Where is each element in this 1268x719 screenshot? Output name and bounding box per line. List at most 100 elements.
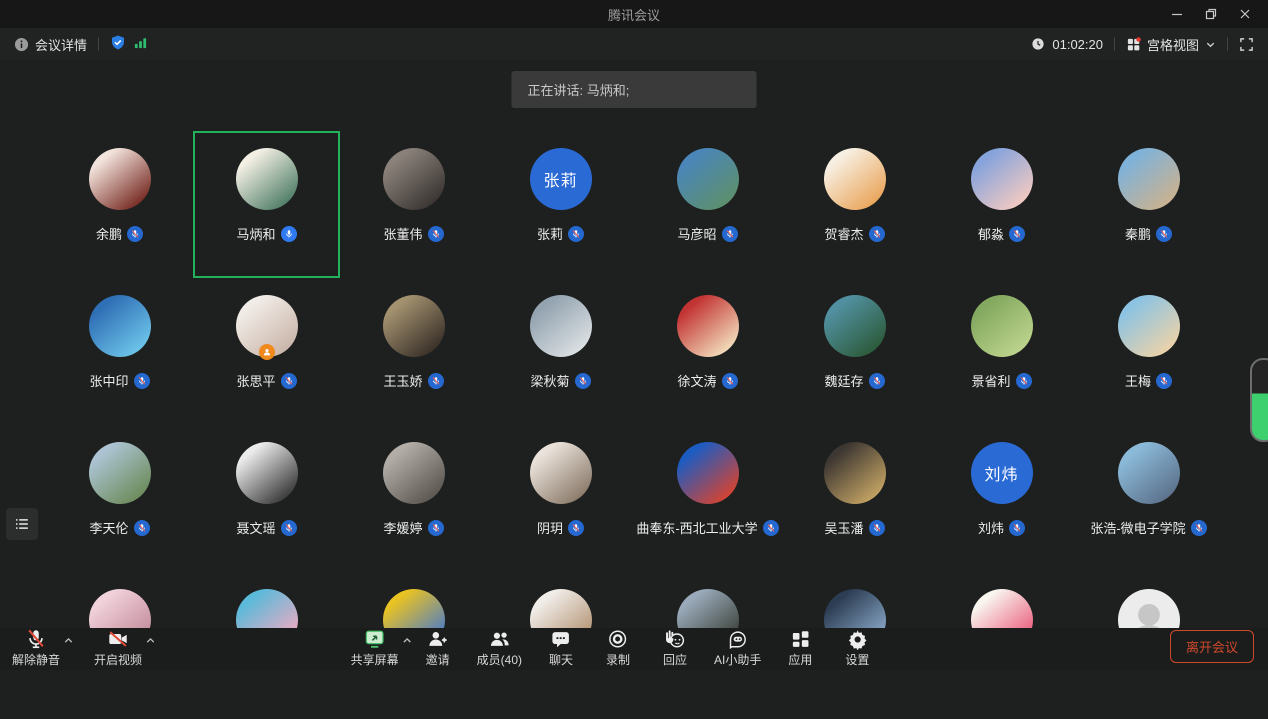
speaking-indicator-text: 正在讲话: 马炳和;: [528, 83, 630, 98]
mic-status-icon: [722, 226, 738, 242]
participant-tile[interactable]: 魏廷存: [781, 278, 928, 425]
toolbar-apps-button[interactable]: 应用: [782, 628, 818, 668]
avatar: [89, 442, 151, 504]
participant-name: 张莉: [537, 224, 563, 243]
network-signal-icon[interactable]: [133, 35, 148, 53]
restore-icon: [1205, 8, 1217, 20]
participant-name: 曲奉东-西北工业大学: [636, 518, 757, 537]
close-icon: [1239, 8, 1251, 20]
toolbar-members-button[interactable]: 成员(40): [477, 628, 522, 668]
divider: [98, 37, 99, 51]
participant-name: 王玉娇: [383, 371, 422, 390]
mic-status-icon: [1191, 520, 1207, 536]
participant-name-row: 魏廷存: [824, 372, 884, 389]
participant-name-row: 聂文瑶: [236, 519, 296, 536]
camera-off-icon: [107, 628, 129, 650]
participant-tile[interactable]: 徐文涛: [634, 278, 781, 425]
avatar: [971, 148, 1033, 210]
meeting-details-button[interactable]: 会议详情: [14, 35, 87, 54]
participant-tile[interactable]: 梁秋菊: [487, 278, 634, 425]
participant-name-row: 李天伦: [89, 519, 149, 536]
mic-status-icon: [134, 520, 150, 536]
caret-up-icon[interactable]: [144, 634, 157, 650]
toolbar-item-label: 共享屏幕: [351, 651, 399, 668]
participant-tile[interactable]: 郁淼: [928, 131, 1075, 278]
security-shield-icon[interactable]: [110, 34, 126, 54]
participant-tile[interactable]: 张浩-微电子学院: [1075, 425, 1222, 572]
mic-status-icon: [1156, 226, 1172, 242]
toolbar-ai-assistant-button[interactable]: AI小助手: [714, 628, 761, 668]
reaction-icon: [664, 628, 686, 650]
participant-name: 张中印: [89, 371, 128, 390]
participant-name-row: 马炳和: [236, 225, 296, 242]
participant-name: 张董伟: [383, 224, 422, 243]
caret-up-icon[interactable]: [62, 634, 75, 650]
participant-name: 魏廷存: [824, 371, 863, 390]
participant-tile[interactable]: 马彦昭: [634, 131, 781, 278]
avatar: [824, 442, 886, 504]
participant-tile[interactable]: 景省利: [928, 278, 1075, 425]
toolbar-camera-off-button[interactable]: 开启视频: [94, 628, 142, 668]
mic-status-icon: [1009, 226, 1025, 242]
participant-tile[interactable]: 阴玥: [487, 425, 634, 572]
participant-name-row: 张浩-微电子学院: [1090, 519, 1206, 536]
mic-status-icon: [428, 373, 444, 389]
clock-icon: [1031, 37, 1045, 51]
record-icon: [607, 628, 629, 650]
info-icon: [14, 37, 29, 52]
participant-tile[interactable]: 贺睿杰: [781, 131, 928, 278]
participant-tile[interactable]: 王玉娇: [340, 278, 487, 425]
mic-status-icon: [281, 373, 297, 389]
meeting-timer: 01:02:20: [1031, 37, 1103, 52]
avatar: 张莉: [530, 148, 592, 210]
toolbar-reaction-button[interactable]: 回应: [657, 628, 693, 668]
participant-tile[interactable]: 余鹏: [46, 131, 193, 278]
mic-status-icon: [281, 520, 297, 536]
leave-meeting-button[interactable]: 离开会议: [1170, 630, 1254, 663]
participant-tile[interactable]: 吴玉潘: [781, 425, 928, 572]
mic-status-icon: [568, 520, 584, 536]
participant-name: 景省利: [971, 371, 1010, 390]
participant-list-toggle-button[interactable]: [6, 508, 38, 540]
toolbar-left-group: 解除静音 开启视频: [12, 628, 142, 668]
minimize-button[interactable]: [1160, 0, 1194, 28]
window-controls: [1160, 0, 1262, 28]
participant-tile[interactable]: 张思平: [193, 278, 340, 425]
members-icon: [488, 628, 510, 650]
participant-tile[interactable]: 王梅: [1075, 278, 1222, 425]
divider: [1114, 37, 1115, 51]
caret-up-icon[interactable]: [401, 634, 414, 650]
toolbar-invite-button[interactable]: 邀请: [420, 628, 456, 668]
toolbar-item-label: 邀请: [426, 651, 450, 668]
mic-status-icon: [281, 226, 297, 242]
participant-tile[interactable]: 刘炜 刘炜: [928, 425, 1075, 572]
toolbar-record-button[interactable]: 录制: [600, 628, 636, 668]
participant-tile[interactable]: 张中印: [46, 278, 193, 425]
toolbar-mic-off-button[interactable]: 解除静音: [12, 628, 60, 668]
participant-tile[interactable]: 秦鹏: [1075, 131, 1222, 278]
participant-name-row: 张思平: [236, 372, 296, 389]
participant-name-row: 景省利: [971, 372, 1031, 389]
participant-name: 李天伦: [89, 518, 128, 537]
participant-name-row: 张莉: [537, 225, 584, 242]
view-mode-selector[interactable]: 宫格视图: [1126, 35, 1216, 54]
restore-button[interactable]: [1194, 0, 1228, 28]
close-button[interactable]: [1228, 0, 1262, 28]
participant-name-row: 李媛婷: [383, 519, 443, 536]
grid-view-icon: [1126, 37, 1141, 52]
toolbar-settings-button[interactable]: 设置: [839, 628, 875, 668]
participant-tile[interactable]: 张董伟: [340, 131, 487, 278]
avatar: [236, 148, 298, 210]
participant-tile[interactable]: 李天伦: [46, 425, 193, 572]
participant-tile[interactable]: 李媛婷: [340, 425, 487, 572]
toolbar-chat-button[interactable]: 聊天: [543, 628, 579, 668]
participant-tile[interactable]: 曲奉东-西北工业大学: [634, 425, 781, 572]
fullscreen-button[interactable]: [1239, 37, 1254, 52]
participant-tile[interactable]: 马炳和: [193, 131, 340, 278]
toolbar-screen-share-button[interactable]: 共享屏幕: [351, 628, 399, 668]
screen-share-icon: [364, 628, 386, 650]
toolbar-item-label: 录制: [606, 651, 630, 668]
participant-tile[interactable]: 聂文瑶: [193, 425, 340, 572]
participant-tile[interactable]: 张莉 张莉: [487, 131, 634, 278]
bottom-toolbar: 解除静音 开启视频 共享屏幕 邀请 成员(40) 聊天 录制 回应 AI小助手 …: [0, 628, 1268, 670]
